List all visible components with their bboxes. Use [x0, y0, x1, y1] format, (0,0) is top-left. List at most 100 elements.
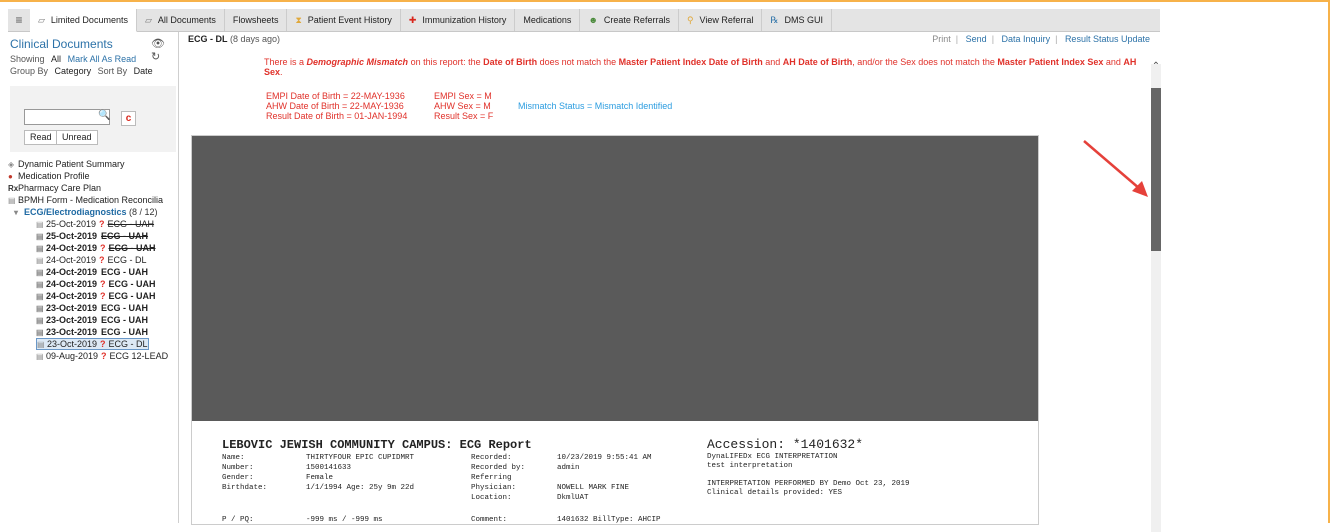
interpretation-text: DynaLIFEDx ECG INTERPRETATION test inter…	[707, 453, 910, 497]
rx-icon: Rx	[8, 184, 19, 193]
document-icon: ▤	[36, 292, 44, 301]
document-row[interactable]: ▤ 23-Oct-2019 ECG - UAH	[8, 326, 178, 338]
sort-by-value[interactable]: Date	[134, 66, 153, 76]
tab-bar: ≡ ▱ Limited Documents ▱ All Documents Flow…	[8, 9, 1160, 32]
document-row[interactable]: ▤ 24-Oct-2019? ECG - DL	[8, 254, 178, 266]
tree-item-medication-profile[interactable]: ● Medication Profile	[8, 170, 178, 182]
emr-app: ≡ ▱ Limited Documents ▱ All Documents Flow…	[8, 9, 1161, 532]
unverified-icon: ?	[101, 351, 107, 361]
tab-immunization-history[interactable]: ✚ Immunization History	[401, 9, 516, 31]
print-link[interactable]: Print	[932, 34, 951, 44]
unread-button[interactable]: Unread	[56, 130, 98, 145]
report-viewer[interactable]: LEBOVIC JEWISH COMMUNITY CAMPUS: ECG Rep…	[191, 135, 1039, 525]
expand-icon[interactable]: ▾	[14, 207, 24, 218]
result-status-update-link[interactable]: Result Status Update	[1065, 34, 1150, 44]
document-row[interactable]: ▤ 25-Oct-2019? ECG - UAH	[8, 218, 178, 230]
mismatch-row: Result Date of Birth = 01-JAN-1994 Result…	[266, 111, 494, 121]
magnifier-icon: ⚲	[686, 14, 694, 25]
document-row[interactable]: ▤ 23-Oct-2019 ECG - UAH	[8, 302, 178, 314]
tab-flowsheets[interactable]: Flowsheets	[225, 9, 288, 31]
people-icon: ☻	[588, 15, 598, 25]
report-field-row: P / PQ: -999 ms / -999 ms Comment: 1401632 …	[222, 516, 661, 524]
demographic-mismatch-warning: There is a Demographic Mismatch on this …	[264, 57, 1137, 77]
report-field-row: Gender: Female Referring	[222, 474, 512, 482]
document-icon: ▤	[36, 304, 44, 313]
tab-view-referral[interactable]: ⚲ View Referral	[679, 9, 763, 31]
document-row[interactable]: ▤ 09-Aug-2019? ECG 12-LEAD	[8, 350, 178, 362]
tree-item-dynamic-patient-summary[interactable]: ◈ Dynamic Patient Summary	[8, 158, 178, 170]
syringe-icon: ✚	[408, 14, 417, 25]
document-row[interactable]: ▤ 23-Oct-2019 ECG - UAH	[8, 314, 178, 326]
tab-medications[interactable]: Medications	[515, 9, 581, 31]
document-actions: Print | Send | Data Inquiry | Result Status…	[932, 34, 1150, 44]
showing-filter: Showing All Mark All As Read	[10, 54, 137, 64]
eye-icon: ◈	[8, 160, 15, 169]
search-icon[interactable]: 🔍	[98, 110, 110, 121]
folder-ecg[interactable]: ▾ ECG/Electrodiagnostics (8 / 12)	[8, 206, 178, 218]
report-title: LEBOVIC JEWISH COMMUNITY CAMPUS: ECG Rep…	[222, 438, 532, 452]
group-by-value[interactable]: Category	[55, 66, 92, 76]
document-icon: ▱	[38, 14, 45, 25]
form-icon: ▤	[8, 196, 16, 205]
tree-item-pharmacy-care-plan[interactable]: RxPharmacy Care Plan	[8, 182, 178, 194]
report-field-row: Name: THIRTYFOUR EPIC CUPIDMRT Recorded: 10…	[222, 454, 652, 462]
document-age: (8 days ago)	[230, 34, 281, 44]
tab-limited-documents[interactable]: ▱ Limited Documents	[30, 9, 137, 32]
document-icon: ▤	[37, 340, 45, 349]
search-area: 🔍 c Read Unread	[10, 86, 176, 152]
red-arrow-annotation	[1083, 140, 1148, 197]
unverified-icon: ?	[99, 255, 105, 265]
document-row[interactable]: ▤ 24-Oct-2019? ECG - UAH	[8, 290, 178, 302]
folder-count: (8 / 12)	[129, 207, 158, 217]
showing-value[interactable]: All	[51, 54, 61, 64]
document-icon: ▤	[36, 220, 44, 229]
eye-icon[interactable]: 👁	[151, 38, 169, 50]
document-tree: ◈ Dynamic Patient Summary ● Medication Pro…	[8, 158, 178, 362]
document-icon: ▤	[36, 232, 44, 241]
data-inquiry-link[interactable]: Data Inquiry	[1002, 34, 1051, 44]
document-row[interactable]: ▤ 24-Oct-2019? ECG - UAH	[8, 242, 178, 254]
tab-dms-gui[interactable]: ℞ DMS GUI	[762, 9, 832, 31]
document-icon: ▤	[36, 244, 44, 253]
mismatch-details: EMPI Date of Birth = 22-MAY-1936 EMPI Sex…	[266, 91, 672, 121]
document-list: ▤ 25-Oct-2019? ECG - UAH ▤ 25-Oct-2019 ECG - …	[8, 218, 178, 362]
tab-patient-event-history[interactable]: ⧗ Patient Event History	[287, 9, 401, 31]
document-icon: ▤	[36, 316, 44, 325]
hourglass-icon: ⧗	[295, 14, 302, 25]
document-icon: ▱	[144, 14, 152, 25]
rx-icon: ℞	[770, 14, 779, 25]
tree-item-bpmh-form[interactable]: ▤ BPMH Form - Medication Reconcilia	[8, 194, 178, 206]
send-link[interactable]: Send	[966, 34, 987, 44]
document-row[interactable]: ▤ 24-Oct-2019? ECG - UAH	[8, 278, 178, 290]
unverified-icon: ?	[99, 219, 105, 229]
refresh-icon[interactable]: ↻	[151, 51, 164, 63]
clear-filter-button[interactable]: c	[121, 111, 136, 126]
unverified-icon: ?	[100, 339, 106, 349]
unverified-icon: ?	[100, 279, 106, 289]
tab-all-documents[interactable]: ▱ All Documents	[137, 9, 225, 31]
viewer-scrollbar[interactable]	[1038, 136, 1039, 524]
report-fields: Name: THIRTYFOUR EPIC CUPIDMRT Recorded: 10…	[222, 453, 661, 524]
document-row[interactable]: ▤ 24-Oct-2019 ECG - UAH	[8, 266, 178, 278]
report-field-row: Birthdate: 1/1/1994 Age: 25y 9m 22d Physic…	[222, 484, 630, 492]
document-icon: ▤	[36, 268, 44, 277]
group-sort-controls: Group By Category Sort By Date	[10, 66, 153, 76]
mismatch-row: AHW Date of Birth = 22-MAY-1936 AHW Sex =…	[266, 101, 673, 111]
unverified-icon: ?	[100, 243, 106, 253]
unverified-icon: ?	[100, 291, 106, 301]
mismatch-status: Mismatch Status = Mismatch Identified	[518, 101, 673, 111]
clinical-documents-panel: Clinical Documents 👁↻ Showing All Mark A…	[8, 32, 179, 523]
panel-title: Clinical Documents	[10, 37, 113, 51]
document-header: ECG - DL (8 days ago) Print | Send | Data …	[188, 32, 1150, 46]
menu-icon[interactable]: ≡	[8, 9, 30, 31]
report-field-row: Number: 1500141633 Recorded by: admin	[222, 464, 580, 472]
tab-create-referrals[interactable]: ☻ Create Referrals	[580, 9, 679, 31]
read-button[interactable]: Read	[24, 130, 58, 145]
document-icon: ▤	[36, 328, 44, 337]
document-row[interactable]: ▤ 23-Oct-2019? ECG - DL	[8, 338, 178, 350]
mark-all-read-link[interactable]: Mark All As Read	[68, 54, 137, 64]
accession-number: Accession: *1401632*	[707, 437, 864, 452]
document-row[interactable]: ▤ 25-Oct-2019 ECG - UAH	[8, 230, 178, 242]
report-background	[192, 136, 1038, 421]
main-scrollbar[interactable]	[1151, 64, 1161, 532]
